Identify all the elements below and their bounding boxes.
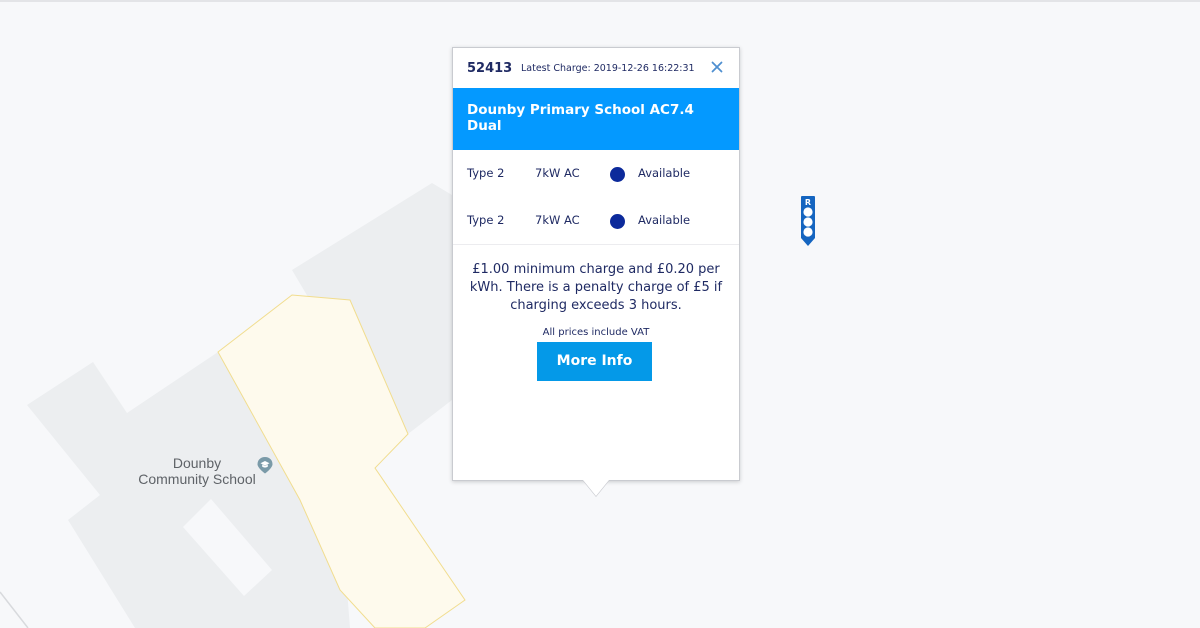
charger-id: 52413 — [467, 61, 513, 76]
connector-status: Available — [638, 213, 691, 227]
marker-letter: R — [805, 198, 811, 207]
connector-status: Available — [638, 166, 691, 180]
school-pin-icon[interactable] — [256, 456, 274, 474]
connector-row: Type 2 7kW AC Available — [453, 206, 739, 236]
charger-title: Dounby Primary School AC7.4 Dual — [467, 102, 694, 134]
popup-header: 52413 Latest Charge: 2019-12-26 16:22:31 — [453, 48, 739, 88]
charger-info-popup: 52413 Latest Charge: 2019-12-26 16:22:31… — [452, 47, 740, 481]
vat-note: All prices include VAT — [542, 327, 650, 338]
status-dot — [610, 167, 625, 182]
popup-title-bar: Dounby Primary School AC7.4 Dual — [453, 88, 739, 150]
divider — [453, 244, 739, 245]
more-info-button[interactable]: More Info — [537, 342, 652, 381]
connector-power: 7kW AC — [535, 166, 580, 180]
charge-point-marker-icon[interactable]: R — [800, 195, 816, 247]
connector-type: Type 2 — [467, 213, 505, 227]
latest-charge: Latest Charge: 2019-12-26 16:22:31 — [521, 63, 695, 74]
popup-pointer — [583, 480, 609, 496]
status-dot — [610, 214, 625, 229]
tariff-text: £1.00 minimum charge and £0.20 per kWh. … — [469, 262, 723, 313]
close-icon[interactable] — [709, 59, 725, 75]
connector-power: 7kW AC — [535, 213, 580, 227]
connector-row: Type 2 7kW AC Available — [453, 159, 739, 189]
connector-type: Type 2 — [467, 166, 505, 180]
